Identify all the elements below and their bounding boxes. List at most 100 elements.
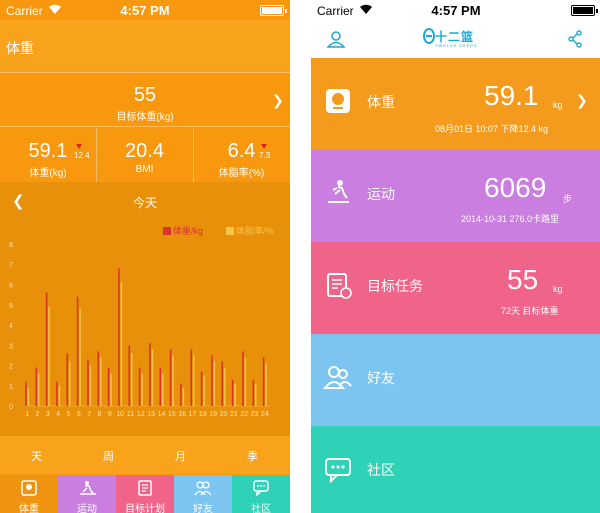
tab-weight[interactable]: 体重 [0,475,58,513]
bar-weight [149,343,151,406]
tab-label: 体重 [19,504,39,513]
bar-weight [262,357,265,406]
chart-period-label: 今天 [132,196,157,210]
tab-exercise[interactable]: 运动 [58,475,116,513]
y-tick-label: 2 [9,364,13,371]
bar-weight [97,351,100,406]
stat-bmi-label: BMI [135,164,154,175]
bar-body-fat [151,349,154,406]
period-tab-month[interactable]: 月 [175,448,186,464]
bar-body-fat [141,373,143,406]
stat-bmi: 20.4 BMI [96,126,193,182]
bar-body-fat [203,375,205,406]
battery-icon [260,5,287,16]
card-exercise-detail: 2014-10-31 276.0卡路里 [461,214,560,224]
profile-icon[interactable] [327,30,345,48]
x-tick-label: 17 [189,411,197,418]
scale-icon [21,480,37,496]
chevron-right-icon[interactable]: ❯ [272,92,284,109]
x-tick-label: 8 [98,411,102,418]
x-tick-label: 5 [67,411,71,418]
bar-weight [56,381,58,406]
bar-weight [87,359,89,406]
tab-label: 社区 [251,504,271,513]
header-bar [0,20,290,72]
bar-weight [169,349,172,406]
stat-body-fat: 6.4 体脂率(%) 7.3 [193,126,290,182]
bar-body-fat [182,387,185,406]
x-tick-label: 7 [87,411,91,418]
bar-weight [118,268,120,406]
card-weight[interactable]: 体重 59.1 kg 08月01日 10:07 下降12.4 kg ❯ [311,58,600,150]
divider [0,72,290,73]
dashboard-screen: Carrier 4:57 PM 十二篮 TWELVE SKEPS 体重 59.1… [311,0,600,513]
x-tick-label: 10 [116,411,124,418]
bar-weight [159,367,162,406]
card-exercise-unit: 步 [563,194,573,204]
x-tick-label: 4 [56,411,60,418]
stat-body-fat-label: 体脂率(%) [218,168,265,179]
bar-body-fat [254,383,257,406]
bar-weight [221,361,224,406]
card-goal-task[interactable]: 目标任务 55 kg 72天 目标体重 [311,242,600,334]
bar-weight [252,379,255,406]
bar-body-fat [48,306,50,406]
period-tab-week[interactable]: 周 [103,448,114,464]
clock: 4:57 PM [431,3,481,18]
bar-weight [76,296,79,406]
x-tick-label: 18 [199,411,207,418]
stat-body-fat-value: 6.4 [227,140,256,162]
card-friends[interactable]: 好友 [311,334,600,426]
share-icon[interactable] [567,30,583,48]
scale-icon [326,89,350,113]
clipboard-icon [138,480,152,496]
x-tick-label: 2 [36,411,40,418]
y-tick-label: 0 [9,404,13,411]
x-tick-label: 16 [178,411,186,418]
x-tick-label: 12 [137,411,145,418]
bar-body-fat [265,363,267,406]
y-tick-label: 4 [9,323,13,330]
bar-weight [231,379,234,406]
y-tick-label: 7 [9,262,13,269]
bar-weight [107,367,110,406]
period-tab-day[interactable]: 天 [31,448,42,464]
tab-friends[interactable]: 好友 [174,475,232,513]
card-community[interactable]: 社区 [311,426,600,513]
legend-label: 体脂率/% [236,226,274,236]
chat-icon [253,480,269,496]
tab-label: 好友 [193,504,213,513]
x-tick-label: 1 [25,411,29,418]
tab-goal-plan[interactable]: 目标计划 [116,475,174,513]
bar-weight [190,349,193,406]
card-goal-task-title: 目标任务 [367,278,423,294]
bar-weight [35,367,38,406]
y-tick-label: 6 [9,283,13,290]
stat-weight-delta: 12.4 [74,151,90,160]
legend-body-fat: 体脂率/% [226,224,274,237]
tab-community[interactable]: 社区 [232,475,290,513]
card-exercise[interactable]: 运动 6069 步 2014-10-31 276.0卡路里 [311,150,600,242]
bar-weight [45,292,48,406]
x-tick-label: 23 [251,411,259,418]
bar-body-fat [130,353,133,406]
stat-body-fat-delta: 7.3 [259,151,271,160]
x-tick-label: 13 [147,411,155,418]
period-tab-quarter[interactable]: 季 [247,448,258,464]
bar-weight [138,367,141,406]
goal-weight-label: 目标体重(kg) [116,112,174,123]
battery-icon [571,5,598,16]
legend-swatch [226,227,234,235]
bar-weight [25,381,27,406]
card-weight-detail: 08月01日 10:07 下降12.4 kg [435,124,549,134]
status-bar: Carrier 4:57 PM [0,0,290,20]
x-tick-label: 21 [230,411,238,418]
card-exercise-value: 6069 [484,172,547,203]
bar-body-fat [99,357,102,406]
chat-icon [325,458,351,484]
bar-body-fat [213,361,216,406]
stat-weight-label: 体重(kg) [29,168,67,179]
card-exercise-title: 运动 [367,186,395,202]
friends-icon [194,481,212,496]
x-tick-label: 20 [220,411,228,418]
